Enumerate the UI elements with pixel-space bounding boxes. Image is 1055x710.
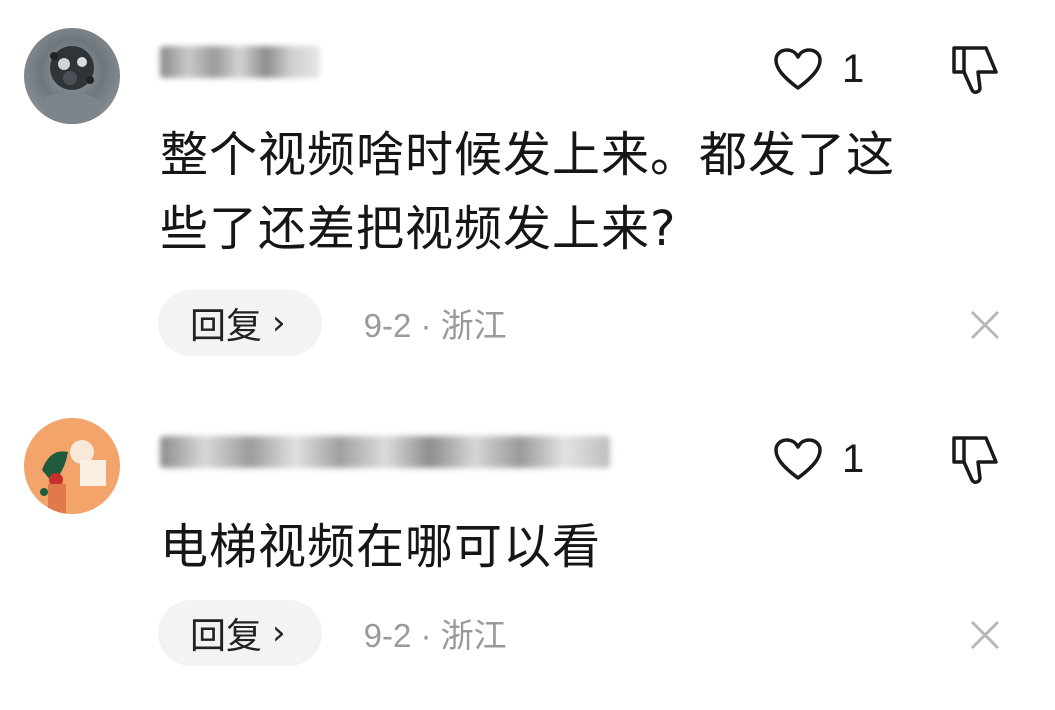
comment-text-line: 整个视频啥时候发上来。都发了这 <box>160 127 896 183</box>
comment-text: 电梯视频在哪可以看 <box>160 510 990 584</box>
blurred-username-bar <box>160 436 610 468</box>
chevron-right-icon: › <box>272 613 286 653</box>
comment-date-location: 9-2 · 浙江 <box>363 617 507 654</box>
reply-button[interactable]: 回复 › <box>158 290 322 356</box>
heart-icon <box>772 436 824 482</box>
comment-item: 1 整个视频啥时候发上来。都发了这 些了还差把视频发上来? 回复 › 9-2 ·… <box>0 0 1055 390</box>
like-button[interactable]: 1 <box>772 44 864 94</box>
thumbs-down-icon[interactable] <box>944 432 1004 488</box>
avatar[interactable] <box>24 418 120 514</box>
close-icon[interactable] <box>968 618 1002 652</box>
thumbs-down-icon[interactable] <box>944 42 1004 98</box>
comment-text-line: 些了还差把视频发上来? <box>160 201 677 257</box>
heart-icon <box>772 46 824 92</box>
username-blurred[interactable] <box>160 430 610 474</box>
comment-text-line: 电梯视频在哪可以看 <box>160 519 602 575</box>
chevron-right-icon: › <box>272 303 286 343</box>
avatar[interactable] <box>24 28 120 124</box>
comment-date-location: 9-2 · 浙江 <box>363 307 507 344</box>
username-blurred[interactable] <box>160 40 320 84</box>
like-count: 1 <box>842 46 865 91</box>
reply-label: 回复 <box>190 616 263 657</box>
reply-label: 回复 <box>190 306 263 347</box>
comment-meta: 回复 › 9-2 · 浙江 <box>158 600 507 666</box>
comment-item: 1 电梯视频在哪可以看 回复 › 9-2 · 浙江 <box>0 390 1055 710</box>
reply-button[interactable]: 回复 › <box>158 600 322 666</box>
like-count: 1 <box>842 436 865 481</box>
orange-illustration-avatar-icon <box>24 418 120 514</box>
dark-textured-avatar-icon <box>24 28 120 124</box>
comment-text: 整个视频啥时候发上来。都发了这 些了还差把视频发上来? <box>160 118 990 266</box>
like-button[interactable]: 1 <box>772 434 864 484</box>
blurred-username-bar <box>160 46 320 78</box>
close-icon[interactable] <box>968 308 1002 342</box>
comment-meta: 回复 › 9-2 · 浙江 <box>158 290 507 356</box>
